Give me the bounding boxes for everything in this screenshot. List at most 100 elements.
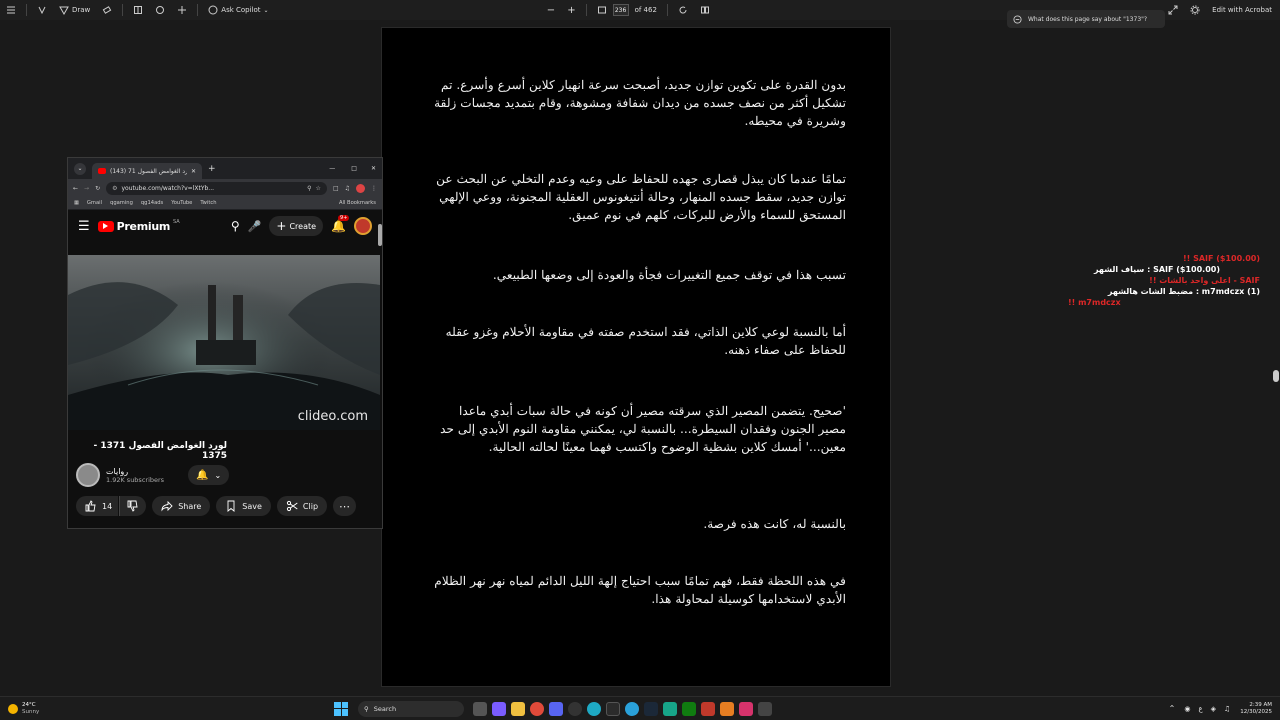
discord-icon[interactable] [548, 701, 563, 716]
copilot-suggestion[interactable]: What does this page say about "1373"? [1007, 10, 1165, 28]
page-view-icon[interactable] [127, 0, 149, 20]
video-player[interactable]: clideo.com [68, 255, 380, 430]
app-icon-orange[interactable] [719, 701, 734, 716]
volume-icon[interactable]: ♫ [1224, 705, 1230, 713]
notifications-button[interactable]: 🔔 9+ [331, 215, 350, 233]
bookmark-qg14ads[interactable]: qg14ads [141, 200, 163, 206]
file-explorer-icon[interactable] [510, 701, 525, 716]
wifi-icon[interactable]: ◈ [1211, 705, 1216, 713]
browser-scrollbar[interactable] [378, 220, 382, 520]
task-view-icon[interactable] [472, 701, 487, 716]
fit-page-icon[interactable] [591, 0, 613, 20]
media-icon[interactable]: ♫ [345, 185, 350, 192]
bookmark-gmail[interactable]: Gmail [87, 200, 102, 206]
start-button[interactable] [334, 701, 348, 716]
terminal-icon[interactable] [605, 701, 620, 716]
clock[interactable]: 2:39 AM 12/30/2025 [1240, 702, 1272, 716]
hamburger-menu-icon[interactable]: ☰ [78, 219, 90, 234]
app-icon-red[interactable] [700, 701, 715, 716]
create-button[interactable]: + Create [269, 216, 324, 236]
app-icon-pink[interactable] [738, 701, 753, 716]
back-icon[interactable]: ← [73, 185, 78, 192]
browser-menu-icon[interactable]: ⋮ [371, 185, 377, 192]
youtube-logo[interactable]: Premium SA [97, 219, 180, 233]
bookmark-star-icon[interactable]: ☆ [316, 185, 321, 192]
dislike-button[interactable] [119, 496, 147, 516]
edge-icon[interactable] [586, 701, 601, 716]
weather-widget[interactable]: 24°C Sunny [0, 702, 330, 716]
thumbs-down-icon [127, 500, 138, 512]
tab-close-icon[interactable]: ✕ [191, 168, 196, 175]
tray-chevron-icon[interactable]: ⌃ [1169, 704, 1176, 713]
bookmark-qgaming[interactable]: qgaming [110, 200, 133, 206]
clip-button[interactable]: Clip [276, 496, 328, 516]
microphone-icon[interactable]: 🎤 [248, 220, 262, 233]
app-icon-dark[interactable] [757, 701, 772, 716]
close-window-icon[interactable]: ✕ [371, 165, 376, 172]
edit-with-acrobat-button[interactable]: Edit with Acrobat [1206, 0, 1280, 20]
draw-button[interactable]: Draw [53, 0, 96, 20]
time: 2:39 AM [1249, 701, 1272, 708]
subscribe-bell-button[interactable]: 🔔 ⌄ [188, 465, 230, 485]
menu-icon[interactable] [0, 0, 22, 20]
chrome-icon[interactable] [529, 701, 544, 716]
new-tab-icon[interactable]: + [208, 164, 216, 174]
bookmark-youtube[interactable]: YouTube [171, 200, 192, 206]
rotate-icon[interactable] [672, 0, 694, 20]
site-info-icon[interactable]: ⚙ [112, 185, 117, 192]
ask-copilot-button[interactable]: Ask Copilot ⌄ [202, 0, 274, 20]
immersive-reader-icon[interactable] [171, 0, 193, 20]
browser-tab-bar: ⌄ (143) لورد الغوامض الفصول 71 ✕ + — □ ✕ [68, 158, 382, 179]
channel-name[interactable]: روايات [106, 467, 164, 476]
taskbar-search[interactable]: ⚲ Search [358, 700, 464, 717]
subscriber-count: 1.92K subscribers [106, 475, 165, 484]
scrollbar-thumb[interactable] [1273, 370, 1279, 382]
share-button[interactable]: Share [152, 496, 211, 516]
like-button[interactable]: 14 [76, 496, 119, 516]
save-button[interactable]: Save [216, 496, 271, 516]
forward-icon[interactable]: → [84, 185, 89, 192]
expand-icon[interactable] [1162, 0, 1184, 20]
url-field[interactable]: ⚙ youtube.com/watch?v=lXtYb... ⚲ ☆ [106, 181, 327, 195]
highlight-icon[interactable] [31, 0, 53, 20]
notification-badge: 9+ [338, 215, 350, 221]
xbox-icon[interactable] [681, 701, 696, 716]
two-page-icon[interactable] [694, 0, 716, 20]
extensions-icon[interactable]: □ [333, 185, 339, 192]
search-icon[interactable]: ⚲ [231, 219, 240, 233]
copilot-icon [1013, 14, 1022, 24]
apps-icon[interactable]: ▦ [74, 200, 79, 206]
channel-avatar[interactable] [76, 463, 100, 487]
telegram-icon[interactable] [624, 701, 639, 716]
zoom-in-icon[interactable]: + [561, 0, 581, 20]
avatar[interactable] [354, 217, 372, 235]
settings-icon[interactable] [1184, 0, 1206, 20]
all-bookmarks-folder[interactable]: All Bookmarks [339, 200, 376, 206]
eraser-icon[interactable] [96, 0, 118, 20]
bookmark-twitch[interactable]: Twitch [200, 200, 216, 206]
video-title: لورد الغوامض الفصول 1371 - 1375 [93, 441, 227, 461]
maximize-icon[interactable]: □ [351, 165, 357, 172]
profile-icon[interactable] [356, 183, 365, 193]
network-icon[interactable]: ◉ [1184, 705, 1190, 713]
youtube-logo-text: Premium [116, 219, 171, 233]
paragraph-1: بدون القدرة على تكوين توازن جديد، أصبحت … [434, 78, 846, 128]
browser-scrollbar-thumb[interactable] [378, 224, 382, 246]
overlay-line-3: !! اعلى واحد بالشات - SAIF [1149, 276, 1260, 285]
steam-icon[interactable] [643, 701, 658, 716]
video-thumbnail [68, 255, 380, 430]
read-aloud-icon[interactable] [149, 0, 171, 20]
app-icon-teal[interactable] [662, 701, 677, 716]
zoom-icon[interactable]: ⚲ [307, 185, 311, 192]
copilot-app-icon[interactable] [491, 701, 506, 716]
more-actions-button[interactable]: ⋯ [333, 496, 357, 516]
tab-search-icon[interactable]: ⌄ [74, 162, 86, 175]
minimize-icon[interactable]: — [329, 165, 335, 172]
obs-icon[interactable] [567, 701, 582, 716]
zoom-out-icon[interactable]: − [541, 0, 561, 20]
browser-tab[interactable]: (143) لورد الغوامض الفصول 71 ✕ [92, 163, 202, 179]
language-indicator[interactable]: ع [1198, 705, 1202, 713]
document-scrollbar[interactable] [1272, 20, 1280, 700]
reload-icon[interactable]: ↻ [95, 185, 100, 192]
page-number-input[interactable]: 236 [612, 4, 629, 16]
